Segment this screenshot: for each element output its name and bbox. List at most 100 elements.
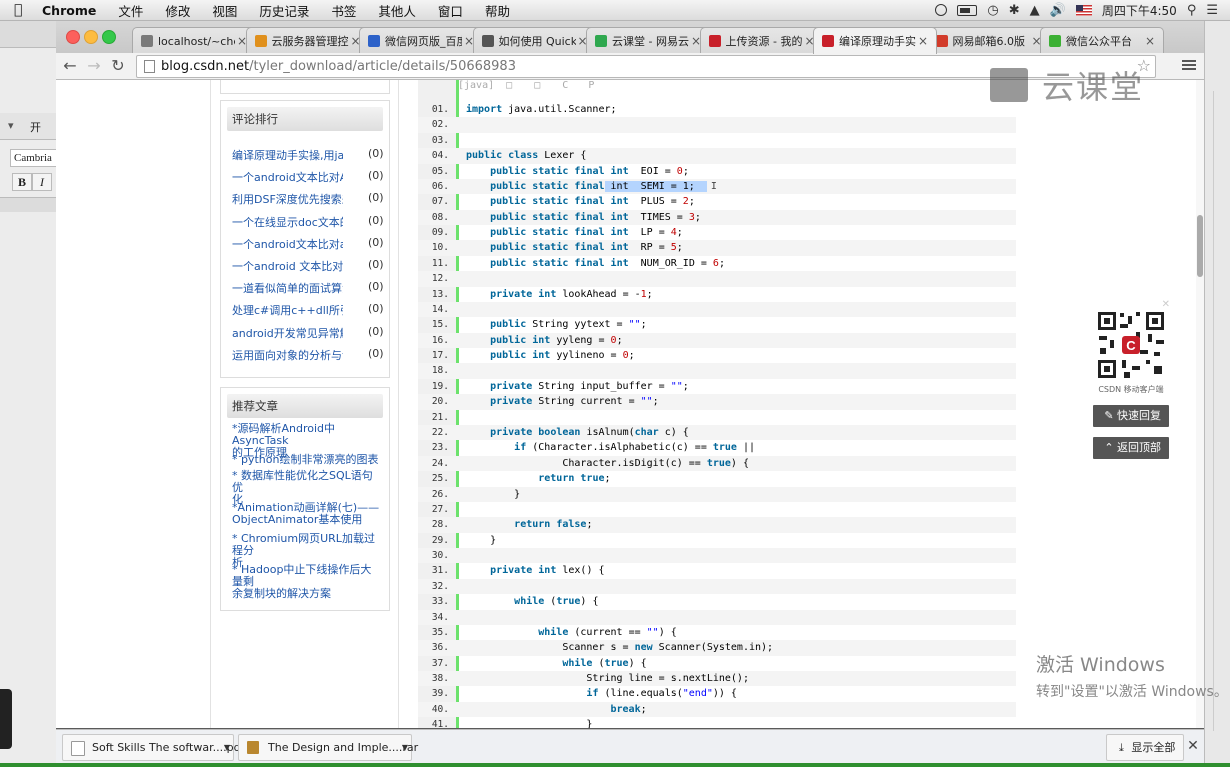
code-text[interactable]: public static final int SEMI = 1; I: [466, 179, 717, 194]
apple-icon[interactable]: : [14, 3, 28, 17]
tab-4[interactable]: 如何使用 Quick ×: [472, 27, 597, 54]
comment-ranking-link[interactable]: 一个在线显示doc文本的: [232, 214, 343, 230]
menu-app-chrome[interactable]: Chrome: [42, 3, 96, 18]
window-minimize-icon[interactable]: [84, 30, 98, 44]
code-text[interactable]: public static final int TIMES = 3;: [466, 210, 701, 225]
recommended-article-link[interactable]: * python绘制非常漂亮的图表: [232, 454, 382, 466]
comment-ranking-link[interactable]: 处理c#调用c++dll所引起: [232, 302, 343, 318]
input-source-flag-icon[interactable]: [1075, 4, 1092, 16]
menu-history[interactable]: 历史记录: [259, 1, 309, 20]
tab-1[interactable]: localhost/~che ×: [132, 27, 256, 54]
back-arrow-icon[interactable]: ←: [60, 56, 80, 76]
window-close-icon[interactable]: [66, 30, 80, 44]
close-downloads-bar-icon[interactable]: ✕: [1186, 735, 1200, 757]
comment-ranking-link[interactable]: 运用面向对象的分析与设: [232, 347, 343, 363]
tab-7[interactable]: 编译原理动手实现×: [813, 27, 937, 54]
code-text[interactable]: private boolean isAlnum(char c) {: [466, 425, 689, 440]
code-text[interactable]: public class Lexer {: [466, 148, 586, 163]
code-text[interactable]: private String current = "";: [466, 394, 659, 409]
code-text[interactable]: while (true) {: [466, 594, 598, 609]
bg-ribbon-dropdown-icon[interactable]: ▾: [8, 119, 14, 132]
page-info-icon[interactable]: [144, 60, 155, 73]
comment-ranking-link[interactable]: 利用DSF深度优先搜索来: [232, 191, 343, 207]
chrome-menu-icon[interactable]: [1182, 58, 1196, 72]
qr-close-icon[interactable]: ✕: [1162, 299, 1170, 310]
tab-close-icon[interactable]: ×: [916, 34, 930, 48]
code-csdn-icon[interactable]: C: [562, 80, 568, 91]
code-text[interactable]: return true;: [466, 471, 610, 486]
comment-ranking-link[interactable]: 一个android文本比对app: [232, 236, 343, 252]
comment-ranking-link[interactable]: 一个android文本比对API: [232, 169, 343, 185]
back-to-top-button[interactable]: ⌃ 返回顶部: [1093, 437, 1169, 459]
wifi-icon[interactable]: ▲: [1030, 3, 1040, 18]
comment-ranking-link[interactable]: android开发常见异常解析: [232, 325, 343, 341]
menubar-clock[interactable]: 周四下午4:50: [1102, 2, 1177, 19]
code-text[interactable]: private int lex() {: [466, 563, 604, 578]
download-menu-arrow-icon[interactable]: ▼: [402, 735, 408, 760]
tab-9[interactable]: 微信公众平台 ×: [1040, 27, 1164, 54]
record-icon[interactable]: [935, 4, 948, 16]
code-text[interactable]: public static final int LP = 4;: [466, 225, 683, 240]
code-text[interactable]: Scanner s = new Scanner(System.in);: [466, 640, 773, 655]
show-all-downloads-button[interactable]: ⤓ 显示全部: [1106, 734, 1184, 761]
code-text[interactable]: while (true) {: [466, 656, 646, 671]
spotlight-search-icon[interactable]: ⚲: [1187, 3, 1197, 18]
code-text[interactable]: public static final int RP = 5;: [466, 240, 683, 255]
page-scrollbar-thumb[interactable]: [1197, 215, 1203, 277]
bluetooth-icon[interactable]: ✱: [1009, 3, 1020, 18]
code-text[interactable]: return false;: [466, 517, 592, 532]
code-text[interactable]: public static final int NUM_OR_ID = 6;: [466, 256, 725, 271]
battery-status-icon[interactable]: [957, 4, 978, 16]
menu-help[interactable]: 帮助: [485, 1, 510, 20]
tab-3[interactable]: 微信网页版_百度 ×: [359, 27, 483, 54]
forward-arrow-icon[interactable]: →: [84, 56, 104, 76]
quick-reply-button[interactable]: ✎ 快速回复: [1093, 405, 1169, 427]
qr-code-image[interactable]: C: [1096, 310, 1166, 380]
code-text[interactable]: public static final int PLUS = 2;: [466, 194, 695, 209]
tab-close-icon[interactable]: ×: [1143, 34, 1157, 48]
tab-8[interactable]: 网易邮箱6.0版 ×: [926, 27, 1051, 54]
code-text[interactable]: String line = s.nextLine();: [466, 671, 749, 686]
code-text[interactable]: public int yylineno = 0;: [466, 348, 635, 363]
menu-file[interactable]: 文件: [118, 1, 143, 20]
print-code-icon[interactable]: P: [588, 80, 594, 91]
code-text[interactable]: Character.isDigit(c) == true) {: [466, 456, 749, 471]
recommended-article-link[interactable]: *Animation动画详解(七)—— ObjectAnimator基本使用: [232, 502, 382, 526]
code-text[interactable]: }: [466, 717, 592, 728]
copy-code-icon[interactable]: □: [534, 80, 540, 91]
menu-bookmarks[interactable]: 书签: [331, 1, 356, 20]
code-text[interactable]: public int yyleng = 0;: [466, 333, 623, 348]
view-plain-icon[interactable]: □: [506, 80, 512, 91]
page-scrollbar[interactable]: [1196, 80, 1204, 728]
time-machine-icon[interactable]: ◷: [987, 3, 998, 18]
tab-2[interactable]: 云服务器管理控 ×: [245, 27, 370, 54]
menu-window[interactable]: 窗口: [438, 1, 463, 20]
comment-ranking-link[interactable]: 编译原理动手实操,用java: [232, 147, 343, 163]
reload-icon[interactable]: ↻: [108, 56, 128, 76]
code-text[interactable]: if (line.equals("end")) {: [466, 686, 737, 701]
download-menu-arrow-icon[interactable]: ▼: [224, 735, 230, 760]
code-text[interactable]: }: [466, 533, 496, 548]
comment-ranking-link[interactable]: 一道看似简单的面试算法: [232, 280, 343, 296]
recommended-article-link[interactable]: * Hadoop中止下线操作后大量剩 余复制块的解决方案: [232, 564, 382, 600]
code-text[interactable]: import java.util.Scanner;: [466, 102, 617, 117]
code-text[interactable]: public String yytext = "";: [466, 317, 647, 332]
bg-bold-button[interactable]: B: [12, 173, 32, 191]
bg-italic-button[interactable]: I: [32, 173, 52, 191]
window-zoom-icon[interactable]: [102, 30, 116, 44]
download-item-pdf[interactable]: Soft Skills The softwar....pdf ▼: [62, 734, 244, 761]
comment-ranking-link[interactable]: 一个android 文本比对Ap: [232, 258, 343, 274]
address-url[interactable]: blog.csdn.net/tyler_download/article/det…: [161, 59, 516, 74]
code-text[interactable]: while (current == "") {: [466, 625, 677, 640]
code-text[interactable]: private int lookAhead = -1;: [466, 287, 653, 302]
notification-center-icon[interactable]: ☰: [1206, 3, 1218, 18]
code-text[interactable]: }: [466, 487, 520, 502]
menu-edit[interactable]: 修改: [165, 1, 190, 20]
code-text[interactable]: private String input_buffer = "";: [466, 379, 689, 394]
tab-5[interactable]: 云课堂 - 网易云 ×: [586, 27, 710, 54]
volume-icon[interactable]: 🔊: [1050, 3, 1066, 18]
code-text[interactable]: public static final int EOI = 0;: [466, 164, 689, 179]
download-item-rar[interactable]: The Design and Imple....rar ▼: [238, 734, 418, 761]
code-text[interactable]: if (Character.isAlphabetic(c) == true ||: [466, 440, 755, 455]
bg-ribbon-tab-start[interactable]: 开: [30, 119, 41, 135]
